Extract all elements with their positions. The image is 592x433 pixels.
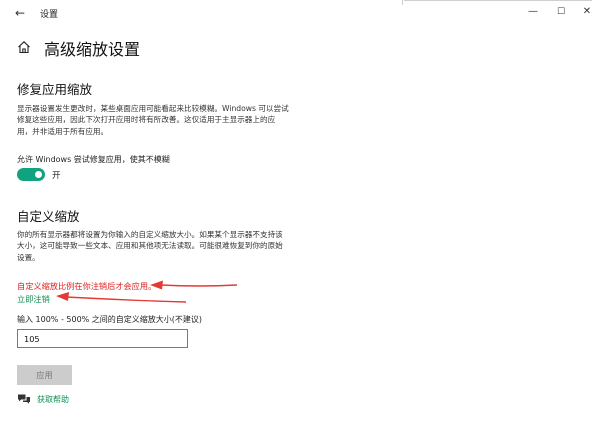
page-title: 高级缩放设置 [44, 40, 141, 59]
annotation-arrow-signout [65, 296, 187, 303]
fix-scaling-description: 显示器设置发生更改时，某些桌面应用可能看起来比较模糊。Windows 可以尝试修… [17, 104, 289, 136]
chat-bubble-icon [18, 394, 30, 404]
title-bar: ← 设置 — ☐ ✕ [0, 0, 592, 26]
close-icon[interactable]: ✕ [577, 3, 592, 21]
toggle-state-text: 开 [52, 171, 61, 181]
back-arrow-icon[interactable]: ← [11, 4, 29, 22]
maximize-icon[interactable]: ☐ [551, 3, 571, 21]
custom-scale-input[interactable] [17, 329, 188, 348]
home-icon[interactable] [17, 40, 31, 54]
section-title-fix-scaling: 修复应用缩放 [17, 82, 93, 97]
divider [402, 0, 403, 5]
annotation-arrowhead-signout [56, 292, 69, 301]
custom-scale-input-label: 输入 100% - 500% 之间的自定义缩放大小(不建议) [17, 315, 203, 324]
minimize-icon[interactable]: — [523, 3, 543, 21]
annotation-arrow-warning [159, 284, 238, 287]
fix-apps-toggle-label: 允许 Windows 尝试修复应用，使其不模糊 [17, 155, 170, 164]
annotation-arrows [56, 280, 238, 303]
sign-out-now-link[interactable]: 立即注销 [17, 293, 50, 305]
apply-button[interactable]: 应用 [17, 365, 72, 385]
signout-warning: 自定义缩放比例在你注销后才会应用。 [17, 281, 157, 291]
section-title-custom-scaling: 自定义缩放 [17, 209, 80, 224]
toggle-knob [35, 171, 42, 178]
fix-apps-toggle[interactable] [17, 168, 45, 181]
divider [404, 0, 592, 1]
app-title: 设置 [40, 10, 59, 20]
get-help-link[interactable]: 获取帮助 [37, 394, 69, 405]
custom-scaling-description: 你的所有显示器都将设置为你输入的自定义缩放大小。如果某个显示器不支持该大小，这可… [17, 230, 283, 262]
